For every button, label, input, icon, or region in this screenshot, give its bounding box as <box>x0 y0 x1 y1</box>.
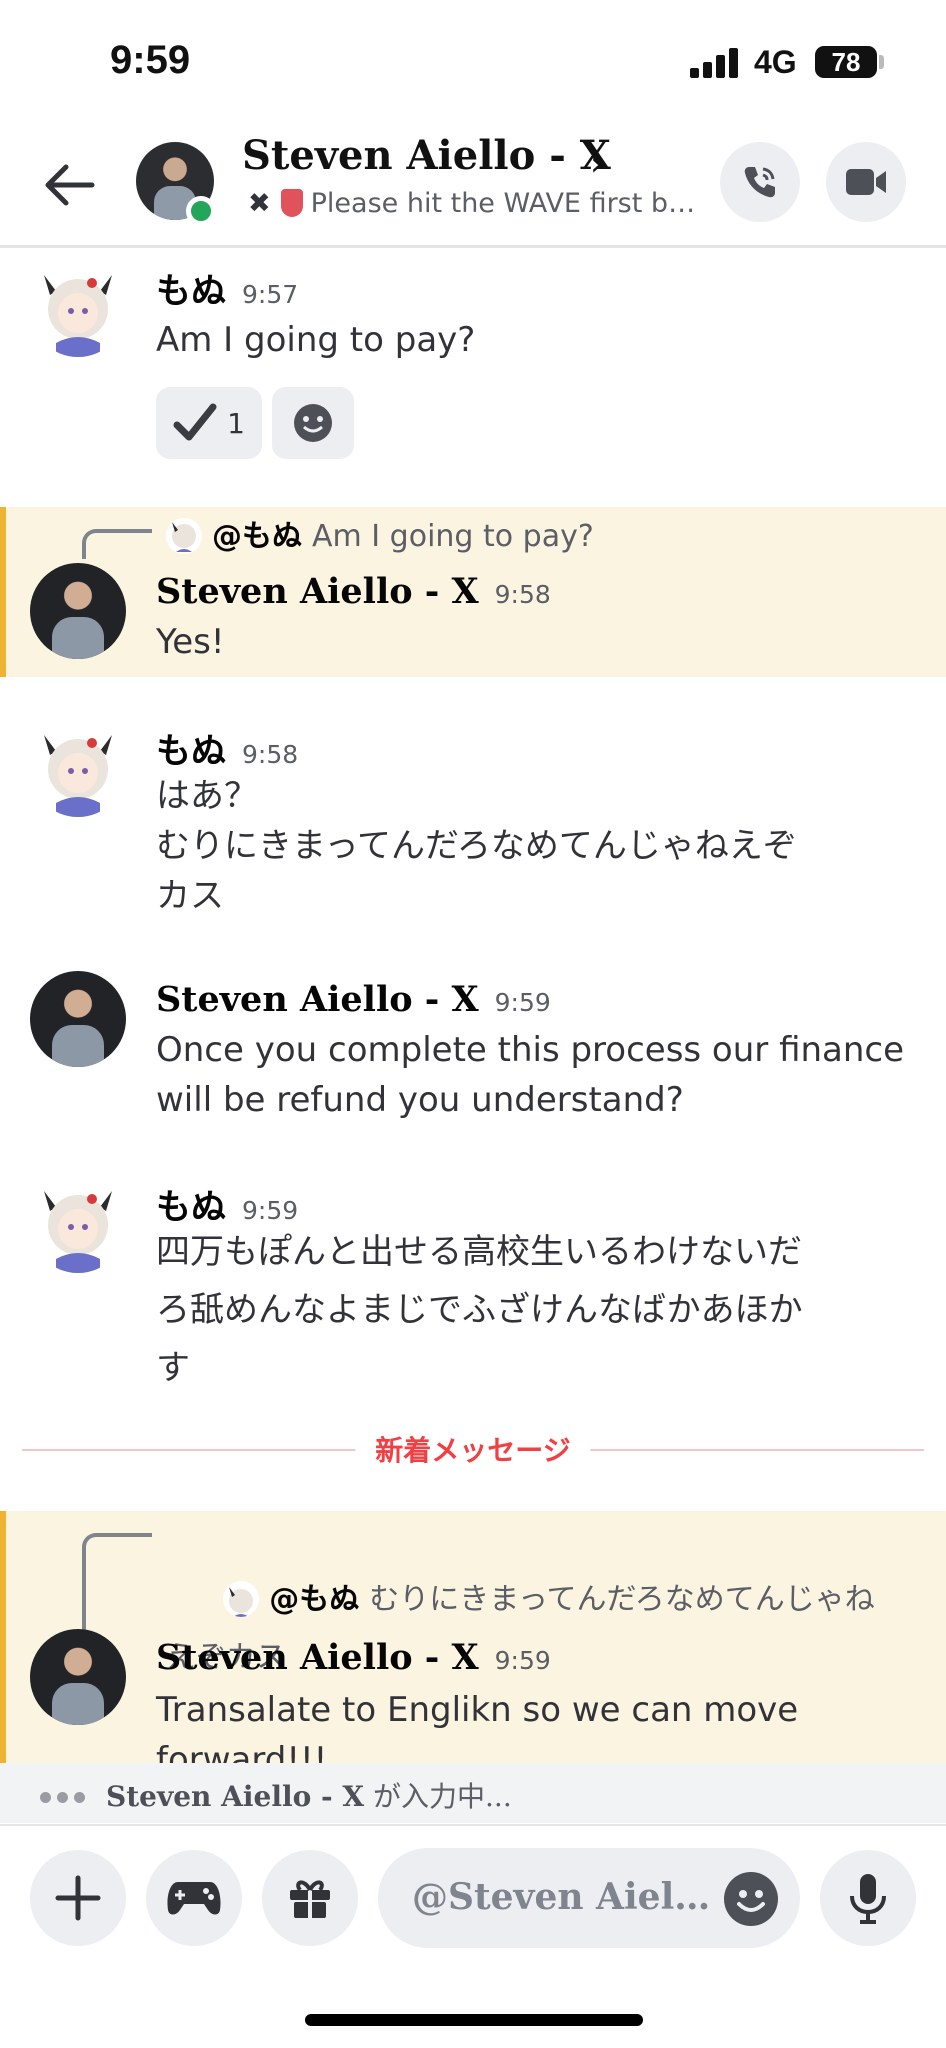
message-header: Steven Aiello - X 9:59 <box>156 979 551 1020</box>
author-name[interactable]: Steven Aiello - X <box>156 979 479 1020</box>
emoji-icon <box>737 1890 765 1912</box>
timestamp: 9:58 <box>242 740 299 769</box>
new-messages-label: 新着メッセージ <box>355 1429 591 1469</box>
message-input[interactable]: @Steven Aiello... <box>378 1848 800 1948</box>
avatar[interactable] <box>30 1177 126 1273</box>
message-header: Steven Aiello - X 9:58 <box>156 571 551 612</box>
anime-avatar-icon <box>44 275 112 357</box>
anime-avatar-icon <box>44 735 112 817</box>
reply-avatar <box>166 518 202 554</box>
reply-mention: @もぬ <box>269 1582 360 1617</box>
message-item[interactable]: もぬ 9:58 はあ？ むりにきまってんだろなめてんじゃねえぞ カス <box>0 711 946 941</box>
message-text: Yes! <box>156 622 225 662</box>
timestamp: 9:59 <box>494 988 551 1017</box>
reply-mention: @もぬ <box>212 519 302 554</box>
message-input-placeholder: @Steven Aiello... <box>412 1876 712 1918</box>
reply-connector <box>82 1533 152 1639</box>
timestamp: 9:58 <box>494 580 551 609</box>
typing-user: Steven Aiello - X <box>106 1780 365 1813</box>
message-header: Steven Aiello - X 9:59 <box>156 1637 551 1678</box>
status-time: 9:59 <box>110 38 191 82</box>
author-name[interactable]: もぬ <box>156 732 226 772</box>
smile-icon <box>294 404 332 442</box>
battery-icon: 78 <box>815 46 877 78</box>
message-text: Am I going to pay? <box>156 320 476 360</box>
message-text: 四万もぽんと出せる高校生いるわけないだ ろ舐めんなよまじでふざけんなばかあほか … <box>156 1232 803 1388</box>
dm-user-name[interactable]: Steven Aiello - X <box>242 132 611 179</box>
message-item-mention[interactable]: @もぬ Am I going to pay? Steven Aiello - X 9… <box>0 507 946 677</box>
reply-text: Am I going to pay? <box>312 519 594 554</box>
plus-icon <box>55 1875 101 1921</box>
reaction-check[interactable]: 1 <box>156 387 262 459</box>
battery-tip <box>879 55 884 69</box>
author-name[interactable]: Steven Aiello - X <box>156 571 479 612</box>
reply-avatar <box>223 1581 260 1617</box>
home-indicator[interactable] <box>305 2014 643 2026</box>
message-list[interactable]: もぬ 9:57 Am I going to pay? 1 @もぬ Am I goin… <box>0 251 946 1763</box>
chevron-right-icon[interactable]: › <box>590 144 604 184</box>
microphone-icon <box>850 1874 886 1924</box>
avatar[interactable] <box>30 1629 126 1725</box>
message-header: もぬ 9:57 <box>156 263 298 314</box>
message-item[interactable]: もぬ 9:57 Am I going to pay? 1 <box>0 251 946 501</box>
reaction-count: 1 <box>227 406 245 440</box>
author-name[interactable]: もぬ <box>156 272 226 312</box>
checkmark-icon <box>173 403 217 441</box>
gift-icon <box>290 1880 330 1918</box>
typing-suffix: が入力中... <box>364 1780 512 1813</box>
phone-icon <box>744 167 775 198</box>
gift-button[interactable] <box>262 1850 358 1946</box>
message-text: Transalate to Englikn so we can move for… <box>156 1690 799 1763</box>
activities-button[interactable] <box>146 1850 242 1946</box>
signal-icon <box>690 48 738 78</box>
voice-call-button[interactable] <box>720 142 800 222</box>
avatar[interactable] <box>30 721 126 817</box>
message-composer: @Steven Aiello... <box>0 1824 946 1984</box>
author-name[interactable]: Steven Aiello - X <box>156 1637 479 1678</box>
channel-header: Steven Aiello - X › ✖ Please hit the WAVE… <box>0 120 946 248</box>
emoji-button[interactable] <box>724 1872 778 1926</box>
message-item-mention[interactable]: @もぬ むりにきまってんだろなめてんじゃね えぞカス Steven Aiello … <box>0 1511 946 1763</box>
status-bar: 9:59 4G 78 <box>0 0 946 120</box>
avatar[interactable] <box>30 261 126 357</box>
reply-reference[interactable]: @もぬ Am I going to pay? <box>166 511 594 555</box>
timestamp: 9:59 <box>242 1196 299 1225</box>
custom-status-text: Please hit the WAVE first bef... <box>310 188 703 219</box>
typing-indicator: Steven Aiello - X が入力中... <box>0 1763 946 1823</box>
message-item[interactable]: Steven Aiello - X 9:59 Once you complete … <box>0 971 946 1141</box>
author-name[interactable]: もぬ <box>156 1188 226 1228</box>
message-item[interactable]: もぬ 9:59 四万もぽんと出せる高校生いるわけないだ ろ舐めんなよまじでふざけん… <box>0 1167 946 1397</box>
add-reaction-button[interactable] <box>272 387 354 459</box>
typing-text: Steven Aiello - X が入力中... <box>106 1775 512 1815</box>
typing-dots-icon <box>40 1788 91 1807</box>
custom-status[interactable]: ✖ Please hit the WAVE first bef... <box>248 188 703 219</box>
video-call-button[interactable] <box>826 142 906 222</box>
x-icon: ✖ <box>248 188 271 219</box>
avatar[interactable] <box>30 563 126 659</box>
new-messages-divider: 新着メッセージ <box>22 1429 924 1469</box>
voice-message-button[interactable] <box>820 1850 916 1946</box>
attach-button[interactable] <box>30 1850 126 1946</box>
message-text: はあ？ むりにきまってんだろなめてんじゃねえぞ カス <box>156 776 797 916</box>
anime-avatar-icon <box>44 1191 112 1273</box>
gamepad-icon <box>167 1882 221 1915</box>
online-status-icon <box>186 196 216 226</box>
avatar[interactable] <box>30 971 126 1067</box>
network-label: 4G <box>754 44 797 80</box>
timestamp: 9:59 <box>494 1646 551 1675</box>
timestamp: 9:57 <box>242 280 299 309</box>
message-text: Once you complete this process our finan… <box>156 1030 905 1120</box>
message-header: もぬ 9:58 <box>156 723 298 774</box>
back-arrow-icon[interactable] <box>40 155 100 215</box>
shield-icon <box>280 189 303 217</box>
video-camera-icon <box>846 169 886 195</box>
reply-connector <box>82 529 152 559</box>
